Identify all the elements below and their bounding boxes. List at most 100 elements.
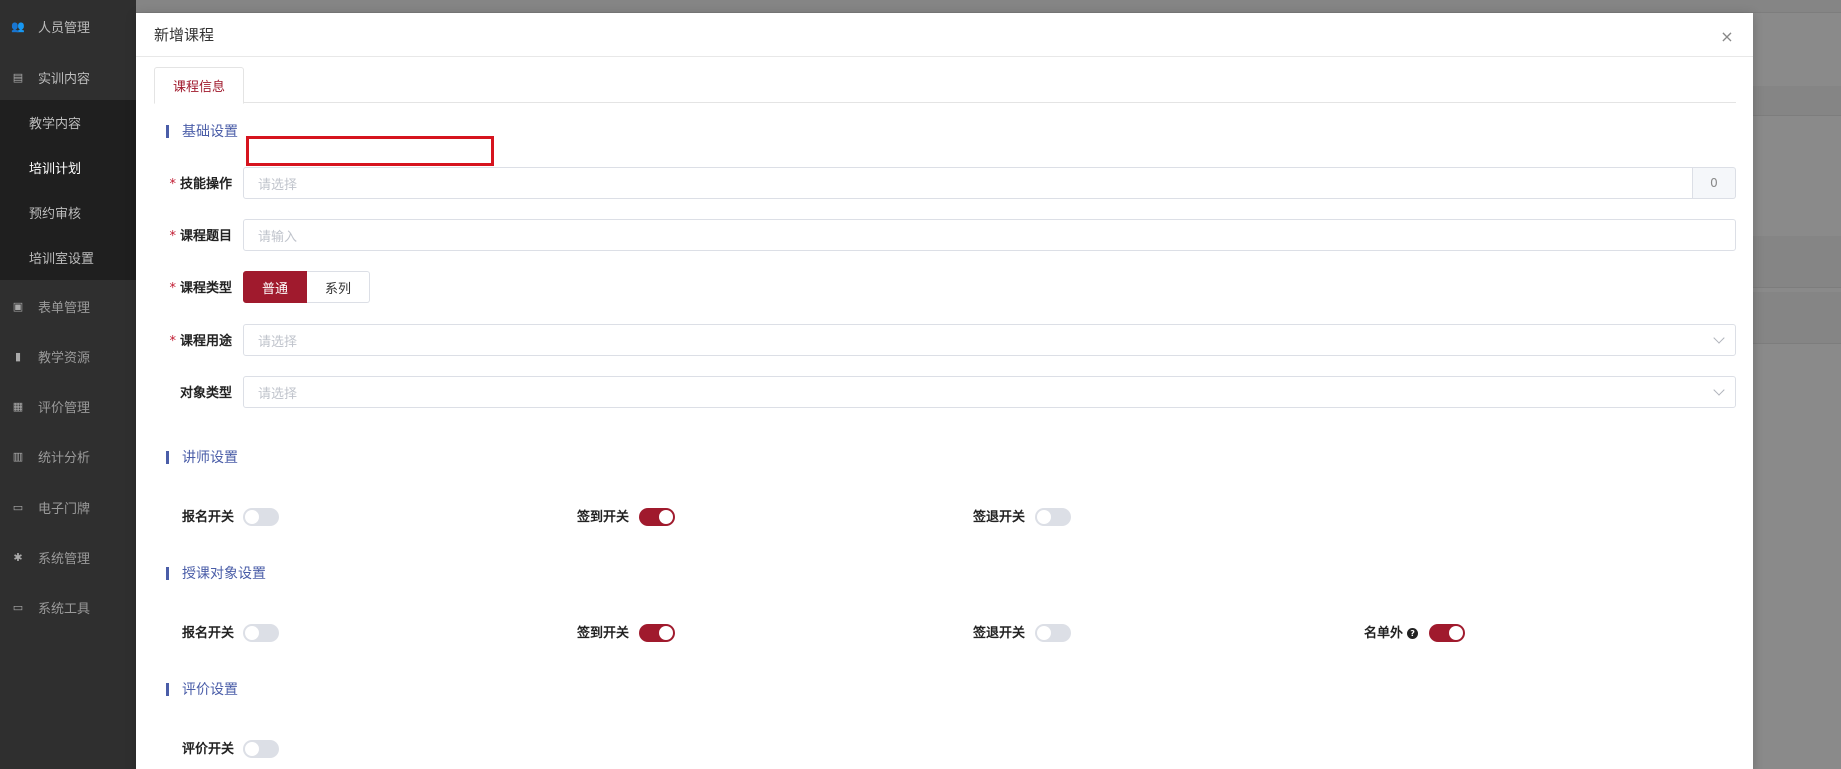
switch-knob <box>1449 626 1463 640</box>
switch-knob <box>659 626 673 640</box>
sidebar-subitem-teaching-content[interactable]: 教学内容 <box>0 100 136 145</box>
skill-count-value: 0 <box>1710 176 1718 190</box>
form-icon: ▣ <box>12 299 24 313</box>
usage-select[interactable]: 请选择 <box>243 324 1736 356</box>
sidebar-item-personnel[interactable]: 👥 人员管理 <box>0 3 136 49</box>
sidebar-subitem-label: 教学内容 <box>29 117 82 132</box>
section-marker <box>166 566 169 580</box>
lecturer-checkin-switch[interactable] <box>639 508 675 526</box>
section-evaluation-settings: 评价设置 <box>166 679 238 699</box>
usage-placeholder: 请选择 <box>258 334 298 350</box>
sidebar-subitem-label: 预约审核 <box>29 207 82 222</box>
section-marker <box>166 124 169 138</box>
dialog-header: 新增课程 × <box>136 13 1753 57</box>
sidebar-item-evaluation[interactable]: ▦ 评价管理 <box>0 383 136 429</box>
switch-knob <box>245 626 259 640</box>
sidebar-item-label: 人员管理 <box>38 20 91 36</box>
switch-knob <box>245 742 259 756</box>
chart-icon: ▥ <box>12 449 24 463</box>
users-icon: 👥 <box>11 19 25 33</box>
target-checkout-label: 签退开关 <box>973 626 1026 641</box>
switch-knob <box>1037 510 1051 524</box>
lecturer-checkin-label: 签到开关 <box>577 510 630 525</box>
close-icon[interactable]: × <box>1719 29 1735 45</box>
tab-label: 课程信息 <box>173 80 226 95</box>
sidebar: 👥 人员管理 ▤ 实训内容 教学内容 培训计划 预约审核 培训室设置 ▣ 表单管… <box>0 0 136 769</box>
lecturer-checkout-switch[interactable] <box>1035 508 1071 526</box>
target-checkin-label: 签到开关 <box>577 626 630 641</box>
required-mark: * <box>169 177 176 192</box>
highlight-annotation-box <box>246 136 494 166</box>
section-basic-settings: 基础设置 <box>166 121 238 141</box>
skill-count: 0 <box>1693 167 1736 199</box>
lecturer-checkout-label: 签退开关 <box>973 510 1026 525</box>
help-icon[interactable]: ? <box>1407 628 1419 639</box>
lecturer-signup-switch[interactable] <box>243 508 279 526</box>
target-signup-label: 报名开关 <box>182 626 235 641</box>
lecturer-signup-label: 报名开关 <box>182 510 235 525</box>
sidebar-item-system-management[interactable]: ✱ 系统管理 <box>0 534 136 580</box>
course-type-series-button[interactable]: 系列 <box>307 271 371 303</box>
chevron-down-icon <box>1713 384 1725 396</box>
sidebar-item-label: 统计分析 <box>38 450 91 466</box>
section-title: 基础设置 <box>182 124 238 140</box>
toolbox-icon: ▭ <box>12 600 24 614</box>
sidebar-item-statistics[interactable]: ▥ 统计分析 <box>0 433 136 479</box>
required-mark: * <box>169 229 176 244</box>
sidebar-item-label: 评价管理 <box>38 400 91 416</box>
topic-field-label: * 课程题目 <box>136 225 232 244</box>
tab-course-info[interactable]: 课程信息 <box>154 67 245 104</box>
label-text: 课程题目 <box>179 229 232 244</box>
monitor-icon: ▭ <box>12 500 24 514</box>
sidebar-item-label: 系统工具 <box>38 601 91 617</box>
sidebar-item-system-tools[interactable]: ▭ 系统工具 <box>0 584 136 630</box>
resource-icon: ▮ <box>14 349 22 363</box>
label-text: 对象类型 <box>179 386 232 401</box>
sidebar-subitem-training-plan[interactable]: 培训计划 <box>0 145 136 190</box>
course-type-group: 普通 系列 <box>243 271 371 303</box>
section-marker <box>166 450 169 464</box>
sidebar-item-label: 电子门牌 <box>38 501 91 517</box>
object-type-select[interactable]: 请选择 <box>243 376 1736 408</box>
evaluation-icon: ▦ <box>12 399 24 413</box>
switch-knob <box>659 510 673 524</box>
book-icon: ▤ <box>12 70 24 84</box>
sidebar-item-resources[interactable]: ▮ 教学资源 <box>0 333 136 379</box>
section-target-settings: 授课对象设置 <box>166 563 266 583</box>
sidebar-item-label: 表单管理 <box>38 300 91 316</box>
switch-knob <box>245 510 259 524</box>
skill-field-label: * 技能操作 <box>136 173 232 192</box>
sidebar-item-forms[interactable]: ▣ 表单管理 <box>0 283 136 329</box>
tab-bar: 课程信息 <box>154 67 1736 104</box>
label-text: 课程类型 <box>179 281 232 296</box>
section-lecturer-settings: 讲师设置 <box>166 447 238 467</box>
sidebar-subitem-room-settings[interactable]: 培训室设置 <box>0 235 136 280</box>
sidebar-item-training-content[interactable]: ▤ 实训内容 <box>0 54 136 100</box>
object-type-field-label: 对象类型 <box>136 382 232 401</box>
required-mark: * <box>169 281 176 296</box>
usage-field-label: * 课程用途 <box>136 330 232 349</box>
section-title: 授课对象设置 <box>182 566 266 582</box>
chevron-down-icon <box>1713 332 1725 344</box>
target-outside-list-label: 名单外? <box>1364 622 1419 641</box>
target-outside-list-switch[interactable] <box>1429 624 1465 642</box>
label-text: 技能操作 <box>179 177 232 192</box>
switch-knob <box>1037 626 1051 640</box>
target-checkout-switch[interactable] <box>1035 624 1071 642</box>
course-type-normal-button[interactable]: 普通 <box>243 271 308 303</box>
type-field-label: * 课程类型 <box>136 277 232 296</box>
evaluation-switch-label: 评价开关 <box>182 742 235 757</box>
topic-input[interactable]: 请输入 <box>243 219 1736 251</box>
skill-select[interactable]: 请选择 <box>243 167 1693 199</box>
gear-icon: ✱ <box>13 550 23 564</box>
sidebar-item-doorplate[interactable]: ▭ 电子门牌 <box>0 484 136 530</box>
bg-header-strip <box>136 0 1841 13</box>
evaluation-switch[interactable] <box>243 740 279 758</box>
label-text: 名单外 <box>1364 626 1404 641</box>
sidebar-subitem-reservation-review[interactable]: 预约审核 <box>0 190 136 235</box>
target-checkin-switch[interactable] <box>639 624 675 642</box>
topic-placeholder: 请输入 <box>258 229 298 245</box>
sidebar-item-label: 实训内容 <box>38 71 91 87</box>
label-text: 课程用途 <box>179 334 232 349</box>
target-signup-switch[interactable] <box>243 624 279 642</box>
